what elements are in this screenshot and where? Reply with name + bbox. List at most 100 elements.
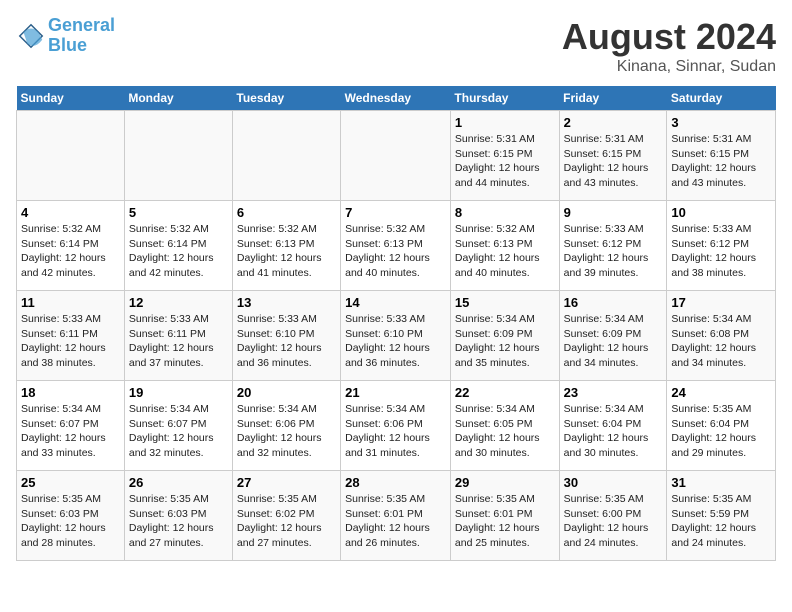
day-info: Sunrise: 5:34 AM Sunset: 6:05 PM Dayligh… <box>455 402 555 461</box>
logo-line2: Blue <box>48 35 87 55</box>
day-number: 25 <box>21 475 120 490</box>
day-info: Sunrise: 5:32 AM Sunset: 6:13 PM Dayligh… <box>455 222 555 281</box>
day-number: 28 <box>345 475 446 490</box>
calendar-cell: 15 Sunrise: 5:34 AM Sunset: 6:09 PM Dayli… <box>450 291 559 381</box>
day-info: Sunrise: 5:35 AM Sunset: 6:03 PM Dayligh… <box>21 492 120 551</box>
calendar-cell: 1 Sunrise: 5:31 AM Sunset: 6:15 PM Daylig… <box>450 111 559 201</box>
calendar-cell: 7Sunrise: 5:32 AM Sunset: 6:13 PM Daylig… <box>341 201 451 291</box>
day-info: Sunrise: 5:34 AM Sunset: 6:07 PM Dayligh… <box>129 402 228 461</box>
day-number: 9 <box>564 205 663 220</box>
day-info: Sunrise: 5:35 AM Sunset: 5:59 PM Dayligh… <box>671 492 771 551</box>
calendar-cell: 9Sunrise: 5:33 AM Sunset: 6:12 PM Daylig… <box>559 201 667 291</box>
day-info: Sunrise: 5:35 AM Sunset: 6:01 PM Dayligh… <box>455 492 555 551</box>
day-number: 16 <box>564 295 663 310</box>
calendar-cell: 28 Sunrise: 5:35 AM Sunset: 6:01 PM Dayli… <box>341 471 451 561</box>
calendar-week-row: 18 Sunrise: 5:34 AM Sunset: 6:07 PM Dayli… <box>17 381 776 471</box>
calendar-week-row: 1 Sunrise: 5:31 AM Sunset: 6:15 PM Daylig… <box>17 111 776 201</box>
day-header-friday: Friday <box>559 86 667 111</box>
day-number: 24 <box>671 385 771 400</box>
logo-line1: General <box>48 15 115 35</box>
day-number: 7 <box>345 205 446 220</box>
calendar-cell: 22 Sunrise: 5:34 AM Sunset: 6:05 PM Dayli… <box>450 381 559 471</box>
calendar-cell: 23 Sunrise: 5:34 AM Sunset: 6:04 PM Dayli… <box>559 381 667 471</box>
calendar-cell: 26 Sunrise: 5:35 AM Sunset: 6:03 PM Dayli… <box>124 471 232 561</box>
calendar-week-row: 4 Sunrise: 5:32 AM Sunset: 6:14 PM Daylig… <box>17 201 776 291</box>
day-info: Sunrise: 5:34 AM Sunset: 6:04 PM Dayligh… <box>564 402 663 461</box>
day-number: 31 <box>671 475 771 490</box>
day-number: 29 <box>455 475 555 490</box>
day-number: 30 <box>564 475 663 490</box>
day-info: Sunrise: 5:33 AM Sunset: 6:11 PM Dayligh… <box>129 312 228 371</box>
day-info: Sunrise: 5:31 AM Sunset: 6:15 PM Dayligh… <box>455 132 555 191</box>
day-number: 15 <box>455 295 555 310</box>
calendar-week-row: 11Sunrise: 5:33 AM Sunset: 6:11 PM Dayli… <box>17 291 776 381</box>
day-number: 21 <box>345 385 446 400</box>
calendar-cell: 17Sunrise: 5:34 AM Sunset: 6:08 PM Dayli… <box>667 291 776 381</box>
logo-icon <box>16 21 46 51</box>
calendar-cell: 29 Sunrise: 5:35 AM Sunset: 6:01 PM Dayli… <box>450 471 559 561</box>
calendar-cell: 12 Sunrise: 5:33 AM Sunset: 6:11 PM Dayli… <box>124 291 232 381</box>
day-number: 6 <box>237 205 336 220</box>
day-header-saturday: Saturday <box>667 86 776 111</box>
day-info: Sunrise: 5:31 AM Sunset: 6:15 PM Dayligh… <box>564 132 663 191</box>
day-info: Sunrise: 5:35 AM Sunset: 6:01 PM Dayligh… <box>345 492 446 551</box>
calendar-cell: 16 Sunrise: 5:34 AM Sunset: 6:09 PM Dayli… <box>559 291 667 381</box>
calendar-cell: 10 Sunrise: 5:33 AM Sunset: 6:12 PM Dayli… <box>667 201 776 291</box>
calendar-cell: 14Sunrise: 5:33 AM Sunset: 6:10 PM Dayli… <box>341 291 451 381</box>
calendar-header-row: SundayMondayTuesdayWednesdayThursdayFrid… <box>17 86 776 111</box>
calendar-cell: 5Sunrise: 5:32 AM Sunset: 6:14 PM Daylig… <box>124 201 232 291</box>
day-header-wednesday: Wednesday <box>341 86 451 111</box>
calendar-cell: 31 Sunrise: 5:35 AM Sunset: 5:59 PM Dayli… <box>667 471 776 561</box>
day-info: Sunrise: 5:33 AM Sunset: 6:10 PM Dayligh… <box>237 312 336 371</box>
day-number: 20 <box>237 385 336 400</box>
day-header-monday: Monday <box>124 86 232 111</box>
day-number: 3 <box>671 115 771 130</box>
calendar-cell <box>17 111 125 201</box>
day-info: Sunrise: 5:34 AM Sunset: 6:06 PM Dayligh… <box>345 402 446 461</box>
calendar-cell: 18Sunrise: 5:34 AM Sunset: 6:07 PM Dayli… <box>17 381 125 471</box>
calendar-cell: 3Sunrise: 5:31 AM Sunset: 6:15 PM Daylig… <box>667 111 776 201</box>
day-number: 12 <box>129 295 228 310</box>
calendar-cell: 6Sunrise: 5:32 AM Sunset: 6:13 PM Daylig… <box>232 201 340 291</box>
logo-text: General Blue <box>48 16 115 56</box>
day-info: Sunrise: 5:35 AM Sunset: 6:00 PM Dayligh… <box>564 492 663 551</box>
day-number: 17 <box>671 295 771 310</box>
page-subtitle: Kinana, Sinnar, Sudan <box>562 58 776 76</box>
calendar-cell: 20 Sunrise: 5:34 AM Sunset: 6:06 PM Dayli… <box>232 381 340 471</box>
day-info: Sunrise: 5:33 AM Sunset: 6:11 PM Dayligh… <box>21 312 120 371</box>
day-info: Sunrise: 5:34 AM Sunset: 6:09 PM Dayligh… <box>564 312 663 371</box>
day-info: Sunrise: 5:32 AM Sunset: 6:14 PM Dayligh… <box>21 222 120 281</box>
day-info: Sunrise: 5:34 AM Sunset: 6:06 PM Dayligh… <box>237 402 336 461</box>
day-info: Sunrise: 5:35 AM Sunset: 6:04 PM Dayligh… <box>671 402 771 461</box>
day-info: Sunrise: 5:34 AM Sunset: 6:09 PM Dayligh… <box>455 312 555 371</box>
calendar-cell <box>124 111 232 201</box>
day-number: 27 <box>237 475 336 490</box>
day-info: Sunrise: 5:33 AM Sunset: 6:12 PM Dayligh… <box>671 222 771 281</box>
day-number: 8 <box>455 205 555 220</box>
calendar-cell: 30 Sunrise: 5:35 AM Sunset: 6:00 PM Dayli… <box>559 471 667 561</box>
day-number: 2 <box>564 115 663 130</box>
day-header-thursday: Thursday <box>450 86 559 111</box>
calendar-cell: 4 Sunrise: 5:32 AM Sunset: 6:14 PM Daylig… <box>17 201 125 291</box>
calendar-cell <box>341 111 451 201</box>
day-number: 23 <box>564 385 663 400</box>
day-number: 14 <box>345 295 446 310</box>
day-number: 4 <box>21 205 120 220</box>
day-number: 10 <box>671 205 771 220</box>
day-number: 1 <box>455 115 555 130</box>
day-info: Sunrise: 5:35 AM Sunset: 6:03 PM Dayligh… <box>129 492 228 551</box>
day-info: Sunrise: 5:35 AM Sunset: 6:02 PM Dayligh… <box>237 492 336 551</box>
day-number: 22 <box>455 385 555 400</box>
calendar-cell: 8 Sunrise: 5:32 AM Sunset: 6:13 PM Daylig… <box>450 201 559 291</box>
page-title: August 2024 <box>562 16 776 58</box>
page-header: General Blue August 2024 Kinana, Sinnar,… <box>16 16 776 76</box>
day-number: 19 <box>129 385 228 400</box>
day-number: 26 <box>129 475 228 490</box>
title-block: August 2024 Kinana, Sinnar, Sudan <box>562 16 776 76</box>
logo: General Blue <box>16 16 115 56</box>
calendar-cell: 25 Sunrise: 5:35 AM Sunset: 6:03 PM Dayli… <box>17 471 125 561</box>
calendar-cell: 11Sunrise: 5:33 AM Sunset: 6:11 PM Dayli… <box>17 291 125 381</box>
calendar-cell: 27 Sunrise: 5:35 AM Sunset: 6:02 PM Dayli… <box>232 471 340 561</box>
day-number: 18 <box>21 385 120 400</box>
calendar-cell: 2 Sunrise: 5:31 AM Sunset: 6:15 PM Daylig… <box>559 111 667 201</box>
